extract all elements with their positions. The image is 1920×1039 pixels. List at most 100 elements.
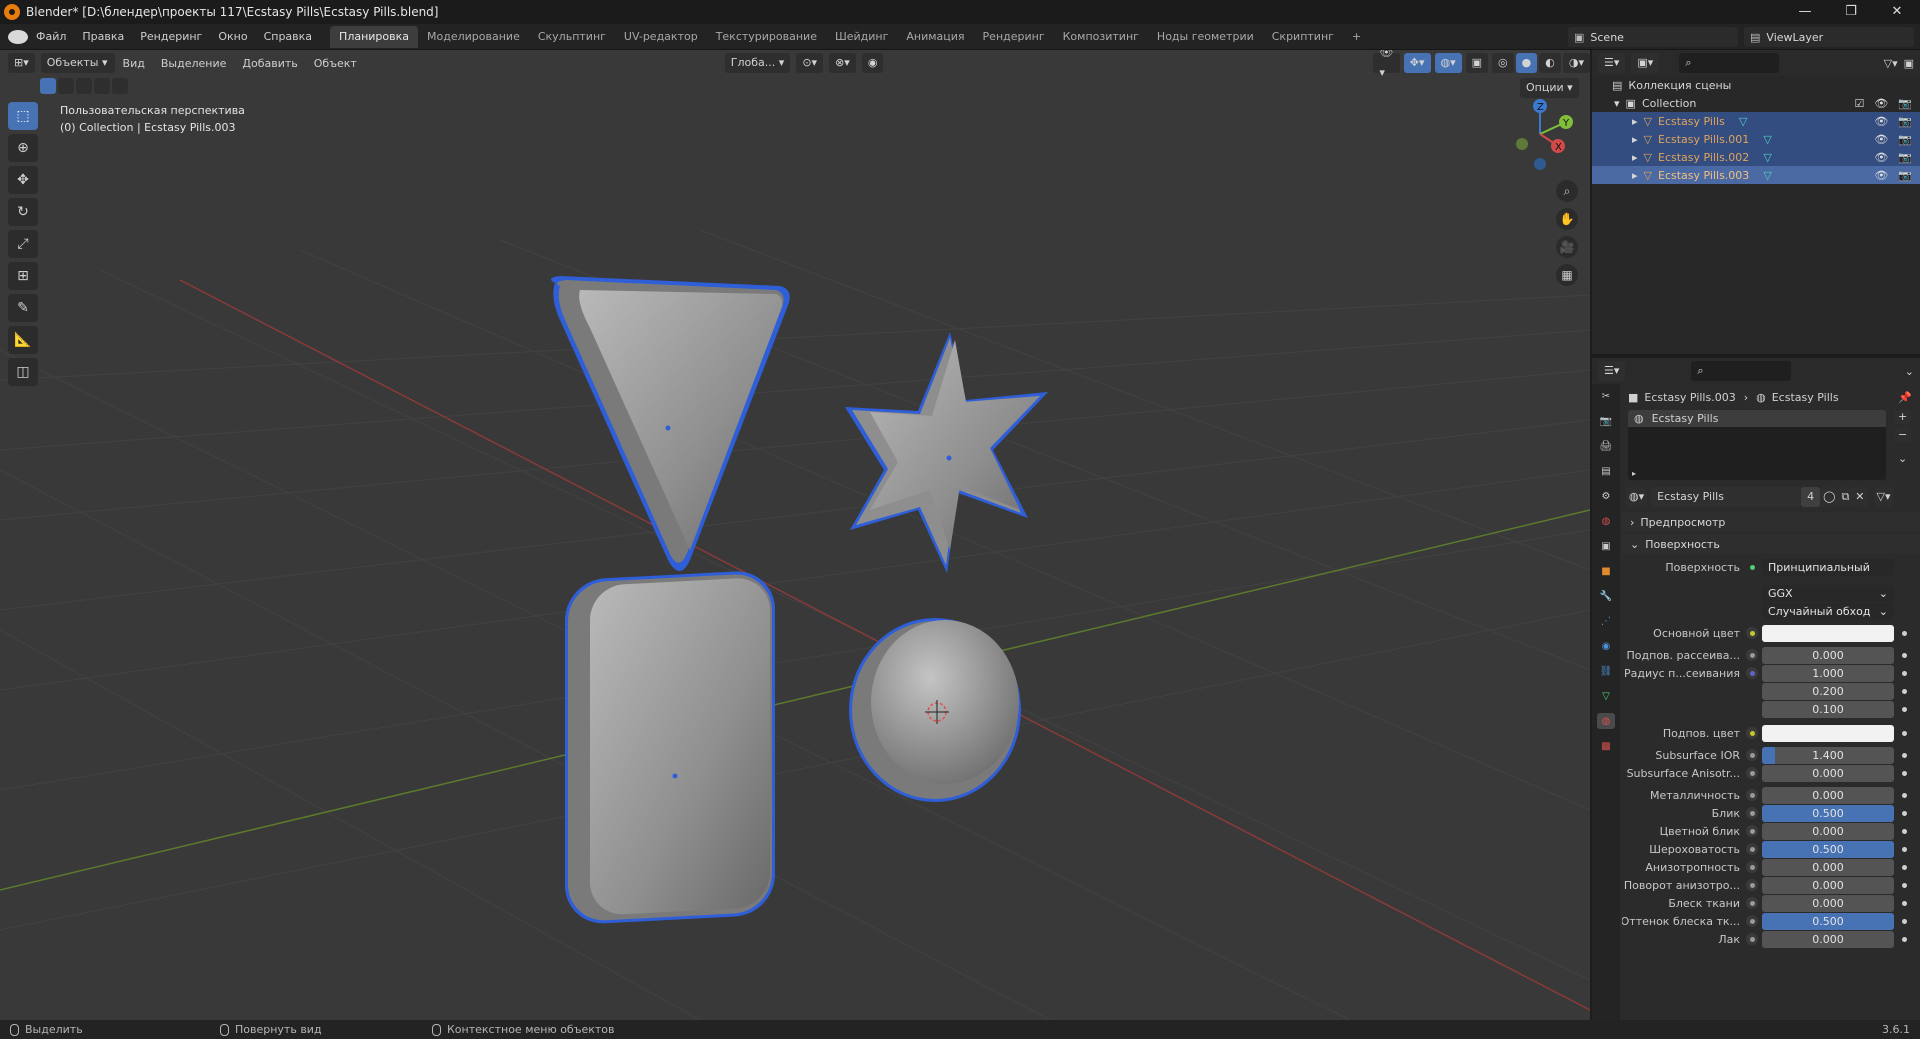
value-slider-field[interactable]: 0.000 <box>1762 876 1894 894</box>
menu-help[interactable]: Справка <box>256 24 320 50</box>
eye-icon[interactable]: 👁 <box>1874 115 1888 128</box>
output-tab-icon[interactable]: 🖨 <box>1597 438 1615 454</box>
subsurface-method-dropdown[interactable]: Случайный обход ⌄ <box>1762 602 1894 620</box>
pill-triangle[interactable] <box>551 276 790 571</box>
visibility-icon[interactable]: 👁▾ <box>1373 50 1400 79</box>
value-slider-field[interactable]: 0.000 <box>1762 646 1894 664</box>
ortho-grid-icon[interactable]: ▦ <box>1556 264 1578 286</box>
filter-icon[interactable]: ▽▾ <box>1884 57 1898 70</box>
scene-tab-icon[interactable]: ⚙ <box>1597 488 1615 504</box>
socket-dot-icon[interactable] <box>1746 807 1758 819</box>
expand-arrow-icon[interactable]: ▸ <box>1632 169 1638 182</box>
value-slider-field[interactable]: 0.500 <box>1762 840 1894 858</box>
value-slider-field[interactable]: 1.000 <box>1762 664 1894 682</box>
eye-icon[interactable]: 👁 <box>1874 133 1888 146</box>
expand-arrow-icon[interactable]: ▸ <box>1632 469 1636 478</box>
eye-icon[interactable]: 👁 <box>1874 151 1888 164</box>
new-collection-icon[interactable]: ▣ <box>1904 57 1914 70</box>
view-layer-selector[interactable]: ▤ ViewLayer <box>1744 27 1914 47</box>
collection-tab-icon[interactable]: ▣ <box>1597 538 1615 554</box>
expand-arrow-icon[interactable]: ▸ <box>1632 133 1638 146</box>
keyframe-dot-icon[interactable] <box>1902 936 1907 942</box>
keyframe-dot-icon[interactable] <box>1902 770 1907 776</box>
add-slot-button[interactable]: + <box>1894 410 1912 424</box>
pill-rectangle[interactable] <box>565 569 775 925</box>
browse-material-icon[interactable]: ◍▾ <box>1626 487 1648 507</box>
expand-arrow-icon[interactable]: ▸ <box>1632 151 1638 164</box>
scene-selector[interactable]: ▣ Scene <box>1568 27 1738 47</box>
properties-search-input[interactable]: ⌕ <box>1691 361 1792 381</box>
rendered-shading-icon[interactable]: ◑▾ <box>1562 53 1590 73</box>
tab-compositing[interactable]: Композитинг <box>1054 26 1148 48</box>
chevron-down-icon[interactable]: ⌄ <box>1894 452 1911 465</box>
value-slider-field[interactable]: 0.200 <box>1762 682 1894 700</box>
keyframe-dot-icon[interactable] <box>1902 730 1907 736</box>
camera-icon[interactable]: 📷 <box>1898 151 1912 164</box>
select-extend-icon[interactable] <box>58 78 74 94</box>
data-tab-icon[interactable]: ▽ <box>1597 688 1615 704</box>
outliner-object-row[interactable]: ▸ ▽ Ecstasy Pills.001 ▽ 👁 📷 <box>1592 130 1920 148</box>
outliner-editor-type-button[interactable]: ☰▾ <box>1598 53 1626 73</box>
close-button[interactable]: ✕ <box>1874 0 1920 24</box>
pin-icon[interactable]: 📌 <box>1898 391 1912 404</box>
pivot-point-icon[interactable]: ⊙▾ <box>796 53 824 73</box>
socket-dot-icon[interactable] <box>1746 789 1758 801</box>
menu-file[interactable]: Файл <box>28 24 74 50</box>
keyframe-dot-icon[interactable] <box>1902 882 1907 888</box>
socket-dot-icon[interactable] <box>1746 897 1758 909</box>
outliner-object-row[interactable]: ▸ ▽ Ecstasy Pills.002 ▽ 👁 📷 <box>1592 148 1920 166</box>
menu-window[interactable]: Окно <box>210 24 255 50</box>
camera-icon[interactable]: 📷 <box>1898 169 1912 182</box>
expand-arrow-icon[interactable]: ▾ <box>1614 97 1620 110</box>
camera-icon[interactable]: 📷 <box>1898 97 1912 110</box>
menu-select[interactable]: Выделение <box>153 57 235 70</box>
mode-selector[interactable]: Объекты ▾ <box>40 53 115 73</box>
preview-panel-header[interactable]: › Предпросмотр <box>1622 512 1920 532</box>
surface-panel-header[interactable]: ⌄ Поверхность <box>1622 534 1920 554</box>
socket-dot-icon[interactable] <box>1746 667 1758 679</box>
keyframe-dot-icon[interactable] <box>1902 900 1907 906</box>
select-subtract-icon[interactable] <box>76 78 92 94</box>
select-box-tool-icon[interactable]: ⬚ <box>8 102 38 130</box>
transform-tool-icon[interactable]: ⊞ <box>8 262 38 290</box>
editor-type-button[interactable]: ⊞▾ <box>8 53 35 73</box>
wireframe-shading-icon[interactable]: ◎ <box>1492 53 1514 73</box>
collection-row[interactable]: ▾ ▣ Collection ☑ 👁 📷 <box>1592 94 1920 112</box>
menu-edit[interactable]: Правка <box>74 24 132 50</box>
maximize-button[interactable]: ❐ <box>1828 0 1874 24</box>
outliner-object-row[interactable]: ▸ ▽ Ecstasy Pills ▽ 👁 📷 <box>1592 112 1920 130</box>
proportional-edit-icon[interactable]: ◉ <box>861 53 884 73</box>
modifier-tab-icon[interactable]: 🔧 <box>1597 588 1615 604</box>
socket-dot-icon[interactable] <box>1746 561 1758 573</box>
keyframe-dot-icon[interactable] <box>1902 688 1907 694</box>
value-slider-field[interactable]: 0.100 <box>1762 700 1894 718</box>
expand-arrow-icon[interactable]: ▸ <box>1632 115 1638 128</box>
value-slider-field[interactable]: 0.000 <box>1762 764 1894 782</box>
material-tab-icon[interactable]: ◍ <box>1597 713 1615 729</box>
value-slider-field[interactable]: 0.500 <box>1762 804 1894 822</box>
keyframe-dot-icon[interactable] <box>1902 828 1907 834</box>
rotate-tool-icon[interactable]: ↻ <box>8 198 38 226</box>
particles-tab-icon[interactable]: ⋰ <box>1597 613 1615 629</box>
material-slot-item[interactable]: ◍ Ecstasy Pills <box>1628 410 1886 427</box>
measure-tool-icon[interactable]: 📐 <box>8 326 38 354</box>
add-cube-tool-icon[interactable]: ◫ <box>8 358 38 386</box>
properties-editor[interactable]: ☰▾ ⌕ ⌄ ✂ 📷 🖨 ▤ ⚙ ◍ ▣ ■ 🔧 ⋰ ◉ ⛓ ▽ ◍ ▩ ■ E… <box>1592 358 1920 1020</box>
3d-viewport[interactable]: ⊞▾ Объекты ▾ Вид Выделение Добавить Объе… <box>0 50 1590 1020</box>
pill-circle[interactable] <box>849 618 1021 802</box>
overlay-toggle-icon[interactable]: ◍▾ <box>1434 53 1462 73</box>
value-slider-field[interactable]: 0.000 <box>1762 930 1894 948</box>
camera-icon[interactable]: 📷 <box>1898 133 1912 146</box>
properties-editor-type-button[interactable]: ☰▾ <box>1598 361 1626 381</box>
value-slider-field[interactable]: 0.500 <box>1762 912 1894 930</box>
select-invert-icon[interactable] <box>94 78 110 94</box>
socket-dot-icon[interactable] <box>1746 933 1758 945</box>
camera-view-icon[interactable]: 🎥 <box>1556 236 1578 258</box>
outliner-display-mode-button[interactable]: ▣▾ <box>1631 53 1660 73</box>
duplicate-icon[interactable]: ⧉ <box>1838 487 1853 507</box>
checkbox-icon[interactable]: ☑ <box>1854 97 1864 110</box>
menu-add[interactable]: Добавить <box>234 57 305 70</box>
pan-hand-icon[interactable]: ✋ <box>1556 208 1578 230</box>
socket-dot-icon[interactable] <box>1746 915 1758 927</box>
keyframe-dot-icon[interactable] <box>1902 706 1907 712</box>
